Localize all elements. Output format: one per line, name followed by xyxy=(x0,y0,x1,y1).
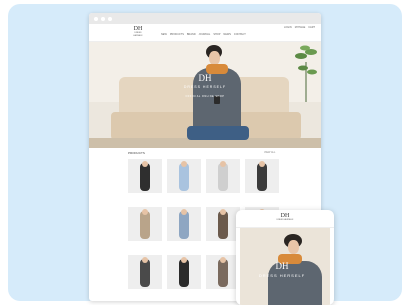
model-face xyxy=(209,51,220,65)
product-model-head xyxy=(181,257,187,263)
product-image[interactable] xyxy=(128,159,162,193)
product-model-head xyxy=(220,209,226,215)
product-garment xyxy=(179,259,189,287)
mobile-hero-name: DRESS HERSELF xyxy=(258,273,306,278)
nav-item[interactable]: SHOP xyxy=(213,33,220,36)
product-model-head xyxy=(259,161,265,167)
mobile-header: DH DRESS HERSELF xyxy=(236,210,334,228)
product-card[interactable] xyxy=(206,159,240,203)
product-garment xyxy=(140,211,150,239)
product-image[interactable] xyxy=(206,255,240,289)
nav-item[interactable]: NEWS xyxy=(223,33,231,36)
window-dot-icon[interactable] xyxy=(94,16,98,21)
product-garment xyxy=(218,211,228,239)
product-image[interactable] xyxy=(167,159,201,193)
mobile-hero[interactable]: DH DRESS HERSELF xyxy=(240,228,330,305)
mobile-logo-mark[interactable]: DH xyxy=(236,210,334,219)
product-card[interactable] xyxy=(206,255,240,299)
model-jeans xyxy=(187,126,249,140)
logo-wordmark: DRESS HERSELF xyxy=(133,32,143,37)
product-card[interactable] xyxy=(167,207,201,251)
product-model-head xyxy=(142,161,148,167)
account-links: LOGIN MYPAGE CART xyxy=(284,26,315,29)
product-garment xyxy=(179,211,189,239)
product-garment xyxy=(218,163,228,191)
nav-item[interactable]: PRODUCTS xyxy=(170,33,184,36)
hero-banner[interactable]: DH DRESS HERSELF OFFICIAL ONLINE SHOP xyxy=(89,42,321,148)
product-image[interactable] xyxy=(167,255,201,289)
window-dot-icon[interactable] xyxy=(108,16,112,21)
nav-item[interactable]: JOURNAL xyxy=(199,33,211,36)
product-model-head xyxy=(181,161,187,167)
hero-brand-name: DRESS HERSELF xyxy=(183,85,227,89)
product-image[interactable] xyxy=(206,159,240,193)
product-model-head xyxy=(220,257,226,263)
hero-subtitle: OFFICIAL ONLINE SHOP xyxy=(185,95,225,98)
product-garment xyxy=(179,163,189,191)
browser-chrome xyxy=(89,13,321,24)
product-image[interactable] xyxy=(167,207,201,241)
mobile-preview: DH DRESS HERSELF DH DRESS HERSELF xyxy=(236,210,334,305)
products-heading: PRODUCTS xyxy=(128,151,145,155)
products-section: PRODUCTS VIEW ALL xyxy=(89,148,321,289)
product-card[interactable] xyxy=(206,207,240,251)
login-link[interactable]: LOGIN xyxy=(284,26,292,29)
product-card[interactable] xyxy=(167,159,201,203)
site-header: DH DRESS HERSELF NEW PRODUCTS BRAND JOUR… xyxy=(89,24,321,42)
mobile-logo-wordmark: DRESS HERSELF xyxy=(276,219,294,221)
product-model-head xyxy=(142,209,148,215)
site-logo[interactable]: DH DRESS HERSELF xyxy=(131,26,145,38)
cart-link[interactable]: CART xyxy=(308,26,315,29)
product-garment xyxy=(218,259,228,287)
product-garment xyxy=(140,163,150,191)
product-card[interactable] xyxy=(128,255,162,299)
product-garment xyxy=(257,163,267,191)
product-image[interactable] xyxy=(128,255,162,289)
mobile-hero-brand: DH DRESS HERSELF xyxy=(256,261,308,279)
product-card[interactable] xyxy=(128,207,162,251)
product-model-head xyxy=(181,209,187,215)
product-card[interactable] xyxy=(245,159,279,203)
product-card[interactable] xyxy=(167,255,201,299)
product-image[interactable] xyxy=(245,159,279,193)
nav-item[interactable]: CONTACT xyxy=(234,33,246,36)
plant-icon xyxy=(295,45,317,102)
nav-item[interactable]: BRAND xyxy=(187,33,196,36)
mobile-hero-mark: DH xyxy=(275,261,289,271)
view-all-link[interactable]: VIEW ALL xyxy=(264,151,275,154)
product-card[interactable] xyxy=(128,159,162,203)
product-model-head xyxy=(142,257,148,263)
window-dot-icon[interactable] xyxy=(101,16,105,21)
product-model-head xyxy=(220,161,226,167)
hero-brand: DH DRESS HERSELF OFFICIAL ONLINE SHOP xyxy=(177,73,233,99)
product-garment xyxy=(140,259,150,287)
product-image[interactable] xyxy=(206,207,240,241)
mobile-model-face xyxy=(288,240,299,254)
hero-logo-mark: DH xyxy=(198,73,212,83)
main-nav: NEW PRODUCTS BRAND JOURNAL SHOP NEWS CON… xyxy=(161,33,246,36)
nav-item[interactable]: NEW xyxy=(161,33,167,36)
mypage-link[interactable]: MYPAGE xyxy=(295,26,306,29)
product-image[interactable] xyxy=(128,207,162,241)
